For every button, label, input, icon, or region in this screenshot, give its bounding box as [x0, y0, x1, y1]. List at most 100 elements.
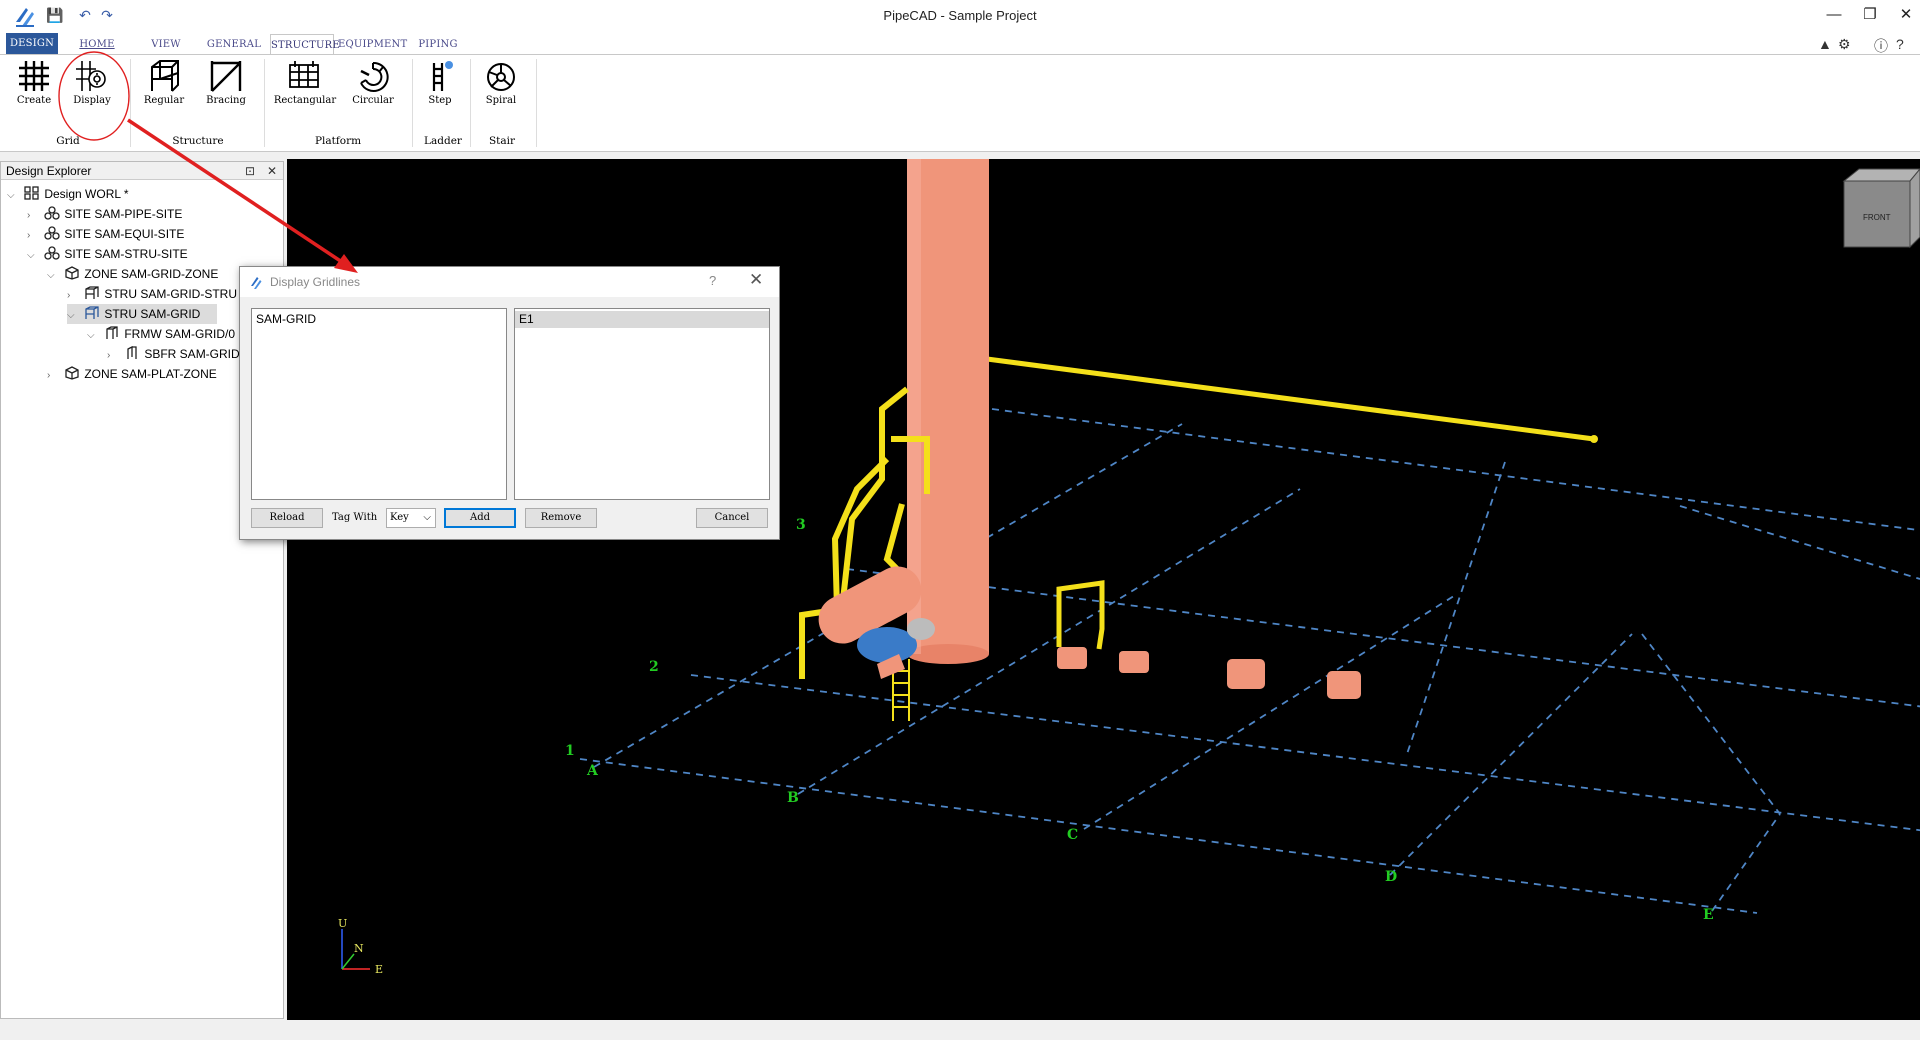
platform-rectangular-button[interactable]: Rectangular [270, 59, 340, 119]
zone-box-icon [65, 366, 79, 380]
tab-design[interactable]: DESIGN [6, 33, 58, 55]
stair-spiral-button[interactable]: Spiral [478, 59, 524, 119]
add-button[interactable]: Add [444, 508, 516, 528]
chevron-right-icon[interactable]: › [27, 226, 41, 246]
restore-button[interactable]: ❐ [1852, 4, 1888, 26]
structure-bracing-button[interactable]: Bracing [200, 59, 252, 119]
grid-list[interactable]: SAM-GRID [251, 308, 507, 500]
tree-item-label: STRU SAM-GRID [104, 307, 201, 321]
tree-item-stru-grid-stru[interactable]: › STRU SAM-GRID-STRU [67, 284, 237, 304]
gridline-e [1641, 633, 1781, 815]
gridline-g [1406, 461, 1506, 755]
reload-button[interactable]: Reload [251, 508, 323, 528]
pump-4 [1327, 671, 1361, 699]
bracing-icon [210, 61, 242, 92]
minimize-button[interactable]: — [1816, 4, 1852, 26]
collapse-ribbon-icon[interactable]: ▲ [1818, 36, 1832, 52]
site-icon [44, 226, 60, 240]
close-icon[interactable]: ✕ [267, 162, 277, 180]
tab-equipment[interactable]: EQUIPMENT [338, 34, 407, 55]
subframe-icon [127, 346, 137, 359]
tree-item-stru-grid[interactable]: ⌵ STRU SAM-GRID [67, 304, 217, 324]
site-icon [44, 206, 60, 220]
tab-piping[interactable]: PIPING [412, 34, 464, 55]
style-menu-icon[interactable]: ⚙ [1838, 36, 1851, 53]
info-icon[interactable]: ⓘ [1874, 36, 1888, 56]
chevron-down-icon[interactable]: ⌵ [67, 306, 81, 326]
tab-home[interactable]: HOME [72, 34, 122, 55]
cancel-button[interactable]: Cancel [696, 508, 768, 528]
tab-view[interactable]: VIEW [138, 34, 194, 55]
grid-display-button[interactable]: Display [66, 59, 118, 119]
ribbon-tab-bar: DESIGN HOME VIEW GENERAL STRUCTURE EQUIP… [0, 30, 1920, 55]
chevron-down-icon[interactable]: ⌵ [87, 326, 101, 346]
chevron-down-icon[interactable]: ⌵ [27, 246, 41, 266]
grid-create-button[interactable]: Create [12, 59, 56, 119]
tree-item-label: SITE SAM-PIPE-SITE [64, 207, 183, 221]
tree-item-site-pipe[interactable]: › SITE SAM-PIPE-SITE [27, 204, 182, 224]
structure-regular-button[interactable]: Regular [140, 59, 188, 119]
grid-label-3: 3 [796, 517, 806, 533]
display-label: Display [73, 95, 111, 106]
horizontal-pipe[interactable] [986, 356, 1595, 442]
pin-icon[interactable]: ⊡ [245, 162, 255, 180]
undo-icon[interactable]: ↶ [76, 6, 94, 24]
chevron-right-icon[interactable]: › [107, 346, 121, 366]
redo-icon[interactable]: ↷ [98, 6, 116, 24]
pump-piping[interactable] [1056, 580, 1105, 650]
tree-item-zone-plat[interactable]: › ZONE SAM-PLAT-ZONE [47, 364, 217, 384]
platform-circular-button[interactable]: Circular [344, 59, 402, 119]
ribbon-panel: Create Display Grid Regular Bracing Stru… [0, 54, 1920, 152]
help-icon[interactable]: ? [1896, 36, 1904, 52]
chevron-right-icon[interactable]: › [67, 286, 81, 306]
gridline-list[interactable]: E1 [514, 308, 770, 500]
grid-icon [19, 61, 49, 91]
grid-label-b: B [787, 790, 799, 806]
list-item[interactable]: SAM-GRID [252, 311, 506, 328]
step-label: Step [428, 95, 452, 106]
group-label-stair: Stair [488, 135, 516, 147]
dialog-close-button[interactable]: ✕ [749, 270, 763, 290]
gridline-4 [991, 408, 1920, 532]
group-label-platform: Platform [314, 135, 362, 147]
tab-general[interactable]: GENERAL [204, 34, 264, 55]
chevron-down-icon: ⌵ [423, 512, 431, 523]
grid-label-c: C [1067, 827, 1078, 843]
tree-item-frmw[interactable]: ⌵ FRMW SAM-GRID/0 [87, 324, 235, 344]
dialog-help-button[interactable]: ? [709, 273, 716, 288]
pump-1 [1057, 647, 1087, 669]
structure-icon [85, 306, 99, 319]
grid-label-d: D [1385, 869, 1397, 885]
save-icon[interactable]: 💾 [46, 6, 64, 24]
tree-item-design-worl[interactable]: ⌵ Design WORL * [7, 184, 129, 204]
structure-icon [85, 286, 99, 299]
tree-item-site-stru[interactable]: ⌵ SITE SAM-STRU-SITE [27, 244, 188, 264]
chevron-down-icon[interactable]: ⌵ [47, 266, 61, 286]
close-button[interactable]: ✕ [1888, 4, 1920, 26]
ladder-step-button[interactable]: Step [420, 59, 460, 119]
tag-with-select[interactable]: Key ⌵ [386, 508, 436, 528]
remove-button[interactable]: Remove [525, 508, 597, 528]
tree-item-label: SITE SAM-EQUI-SITE [64, 227, 185, 241]
view-cube[interactable]: FRONT [1842, 168, 1920, 249]
group-divider [412, 59, 413, 147]
tree-item-site-equi[interactable]: › SITE SAM-EQUI-SITE [27, 224, 184, 244]
chevron-down-icon[interactable]: ⌵ [7, 186, 21, 206]
tree-item-sbfr[interactable]: › SBFR SAM-GRID/ [107, 344, 243, 364]
site-icon [44, 246, 60, 260]
display-gridlines-dialog: Display Gridlines ? ✕ SAM-GRID E1 Reload… [239, 266, 780, 540]
dialog-title: Display Gridlines [270, 275, 361, 289]
list-item[interactable]: E1 [515, 311, 769, 328]
rectangular-label: Rectangular [273, 95, 337, 106]
spiral-label: Spiral [485, 95, 517, 106]
world-icon [24, 186, 39, 200]
tree-item-zone-grid[interactable]: ⌵ ZONE SAM-GRID-ZONE [47, 264, 218, 284]
explorer-title: Design Explorer [6, 164, 92, 178]
chevron-right-icon[interactable]: › [27, 206, 41, 226]
chevron-right-icon[interactable]: › [47, 366, 61, 386]
group-label-ladder: Ladder [424, 135, 462, 147]
tree-item-label: SBFR SAM-GRID/ [144, 347, 244, 361]
framework-icon [106, 326, 118, 339]
tab-structure[interactable]: STRUCTURE [270, 34, 340, 55]
grid-label-a: A [586, 763, 599, 779]
